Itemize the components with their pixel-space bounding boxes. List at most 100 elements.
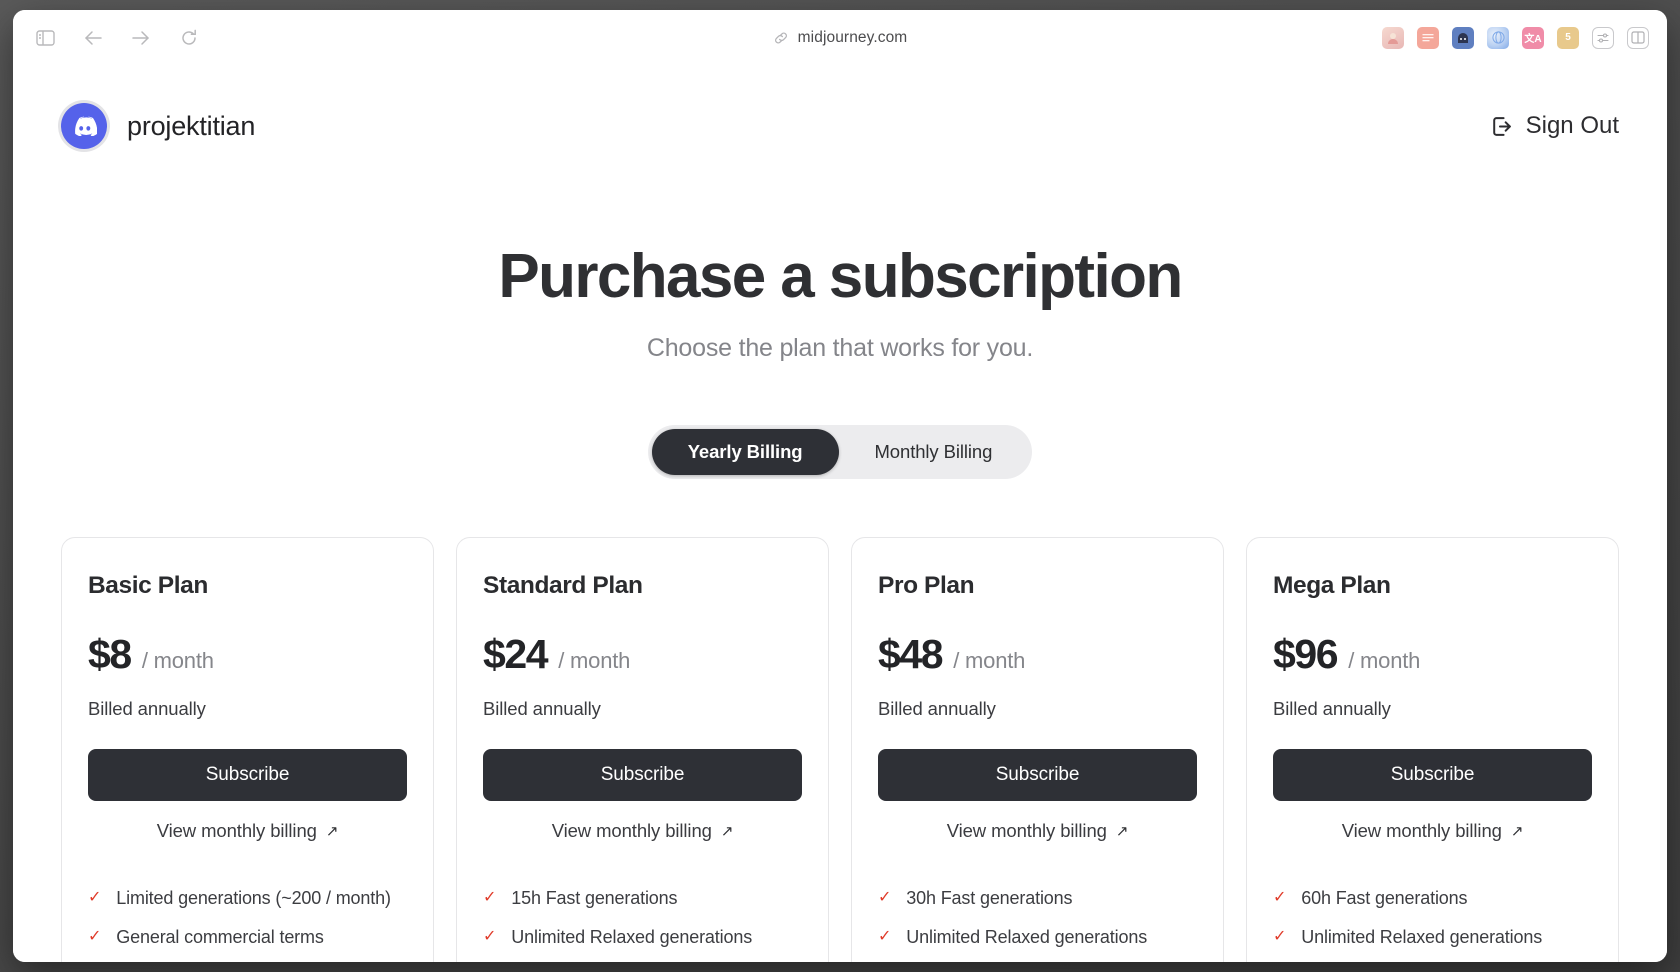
plan-period: / month	[1348, 648, 1421, 674]
feature-label: Unlimited Relaxed generations	[1301, 927, 1543, 948]
brand-name: projektitian	[127, 110, 256, 141]
plan-period: / month	[953, 648, 1026, 674]
view-monthly-billing-label: View monthly billing	[946, 820, 1107, 842]
list-item: ✓ General commercial terms	[88, 927, 407, 948]
view-monthly-billing-link[interactable]: View monthly billing ↗	[88, 820, 407, 842]
plan-card-pro: Pro Plan $48 / month Billed annually Sub…	[851, 537, 1224, 962]
url-text: midjourney.com	[797, 28, 908, 46]
view-monthly-billing-link[interactable]: View monthly billing ↗	[483, 820, 802, 842]
page-title: Purchase a subscription	[498, 242, 1183, 311]
brand[interactable]: projektitian	[61, 103, 255, 149]
view-monthly-billing-label: View monthly billing	[156, 820, 317, 842]
view-monthly-billing-link[interactable]: View monthly billing ↗	[878, 820, 1197, 842]
feature-label: General commercial terms	[116, 927, 324, 948]
plan-features: ✓ 30h Fast generations ✓ Unlimited Relax…	[878, 888, 1197, 962]
page-content: projektitian Sign Out Purchase a subscri…	[13, 66, 1667, 962]
list-item: ✓ Limited generations (~200 / month)	[88, 888, 407, 909]
extension-split-view-icon[interactable]	[1627, 26, 1649, 49]
feature-label: 60h Fast generations	[1301, 888, 1468, 909]
page-subtitle: Choose the plan that works for you.	[646, 334, 1034, 363]
plan-price: $96	[1273, 631, 1339, 678]
feature-label: 15h Fast generations	[511, 888, 678, 909]
plan-card-standard: Standard Plan $24 / month Billed annuall…	[456, 537, 829, 962]
extension-globe-icon[interactable]	[1487, 26, 1509, 49]
extension-red-notes-icon[interactable]	[1417, 26, 1439, 49]
browser-window: midjourney.com 文A 5 projektitian Sign Ou…	[13, 10, 1667, 962]
forward-arrow-icon[interactable]	[127, 24, 155, 52]
subscribe-button[interactable]: Subscribe	[878, 749, 1197, 802]
billing-toggle[interactable]: Yearly Billing Monthly Billing	[647, 425, 1033, 480]
plan-name: Mega Plan	[1273, 572, 1391, 600]
browser-nav-group	[31, 24, 203, 52]
browser-extensions: 文A 5	[1382, 26, 1649, 49]
check-icon: ✓	[483, 928, 497, 946]
list-item: ✓ Unlimited Relaxed generations	[1273, 927, 1592, 948]
check-icon: ✓	[878, 928, 892, 946]
extension-blue-app-icon[interactable]	[1452, 26, 1474, 49]
sign-out-label: Sign Out	[1525, 112, 1619, 139]
plan-price-row: $96 / month	[1273, 631, 1592, 678]
billing-toggle-wrapper: Yearly Billing Monthly Billing	[13, 425, 1667, 480]
extension-settings-sliders-icon[interactable]	[1592, 26, 1614, 49]
plan-name: Standard Plan	[483, 572, 643, 600]
plan-billing-note: Billed annually	[1273, 698, 1391, 720]
plan-name: Basic Plan	[88, 572, 208, 600]
check-icon: ✓	[878, 889, 892, 907]
feature-label: Unlimited Relaxed generations	[906, 927, 1148, 948]
site-header: projektitian Sign Out	[13, 66, 1667, 162]
plan-features: ✓ Limited generations (~200 / month) ✓ G…	[88, 888, 407, 962]
list-item: ✓ Unlimited Relaxed generations	[878, 927, 1197, 948]
plan-price: $48	[878, 631, 944, 678]
plan-features: ✓ 60h Fast generations ✓ Unlimited Relax…	[1273, 888, 1592, 962]
plan-period: / month	[141, 648, 214, 674]
arrow-northeast-icon: ↗	[720, 823, 734, 841]
view-monthly-billing-link[interactable]: View monthly billing ↗	[1273, 820, 1592, 842]
sign-out-button[interactable]: Sign Out	[1489, 112, 1619, 140]
list-item: ✓ 15h Fast generations	[483, 888, 802, 909]
desktop-background: midjourney.com 文A 5 projektitian Sign Ou…	[0, 0, 1680, 972]
list-item: ✓ Unlimited Relaxed generations	[483, 927, 802, 948]
extension-pink-avatar-icon[interactable]	[1382, 26, 1404, 49]
plan-billing-note: Billed annually	[878, 698, 996, 720]
discord-icon	[61, 103, 107, 149]
plan-features: ✓ 15h Fast generations ✓ Unlimited Relax…	[483, 888, 802, 962]
hero-section: Purchase a subscription Choose the plan …	[13, 162, 1667, 363]
list-item: ✓ 30h Fast generations	[878, 888, 1197, 909]
plan-card-basic: Basic Plan $8 / month Billed annually Su…	[61, 537, 434, 962]
feature-label: 30h Fast generations	[906, 888, 1073, 909]
check-icon: ✓	[88, 928, 102, 946]
arrow-northeast-icon: ↗	[1510, 823, 1524, 841]
view-monthly-billing-label: View monthly billing	[551, 820, 712, 842]
subscribe-button[interactable]: Subscribe	[483, 749, 802, 802]
back-arrow-icon[interactable]	[79, 24, 107, 52]
toggle-monthly-billing[interactable]: Monthly Billing	[839, 429, 1029, 475]
plan-card-mega: Mega Plan $96 / month Billed annually Su…	[1246, 537, 1619, 962]
reload-icon[interactable]	[175, 24, 203, 52]
extension-yellow-doc-icon[interactable]: 5	[1557, 26, 1579, 49]
feature-label: Limited generations (~200 / month)	[116, 888, 391, 909]
view-monthly-billing-label: View monthly billing	[1341, 820, 1502, 842]
plan-price: $8	[88, 631, 132, 678]
list-item: ✓ 60h Fast generations	[1273, 888, 1592, 909]
plan-period: / month	[558, 648, 631, 674]
feature-label: Unlimited Relaxed generations	[511, 927, 753, 948]
plan-billing-note: Billed annually	[88, 698, 206, 720]
arrow-northeast-icon: ↗	[1115, 823, 1129, 841]
browser-toolbar: midjourney.com 文A 5	[13, 10, 1667, 66]
check-icon: ✓	[1273, 889, 1287, 907]
check-icon: ✓	[483, 889, 497, 907]
pricing-cards: Basic Plan $8 / month Billed annually Su…	[13, 537, 1667, 962]
check-icon: ✓	[1273, 928, 1287, 946]
arrow-northeast-icon: ↗	[325, 823, 339, 841]
plan-price-row: $8 / month	[88, 631, 407, 678]
sidebar-toggle-icon[interactable]	[31, 24, 59, 52]
link-icon	[773, 30, 789, 46]
subscribe-button[interactable]: Subscribe	[88, 749, 407, 802]
sign-out-icon	[1489, 114, 1514, 139]
extension-translate-icon[interactable]: 文A	[1522, 26, 1544, 49]
plan-price-row: $24 / month	[483, 631, 802, 678]
subscribe-button[interactable]: Subscribe	[1273, 749, 1592, 802]
plan-billing-note: Billed annually	[483, 698, 601, 720]
toggle-yearly-billing[interactable]: Yearly Billing	[651, 429, 839, 476]
plan-price: $24	[483, 631, 549, 678]
